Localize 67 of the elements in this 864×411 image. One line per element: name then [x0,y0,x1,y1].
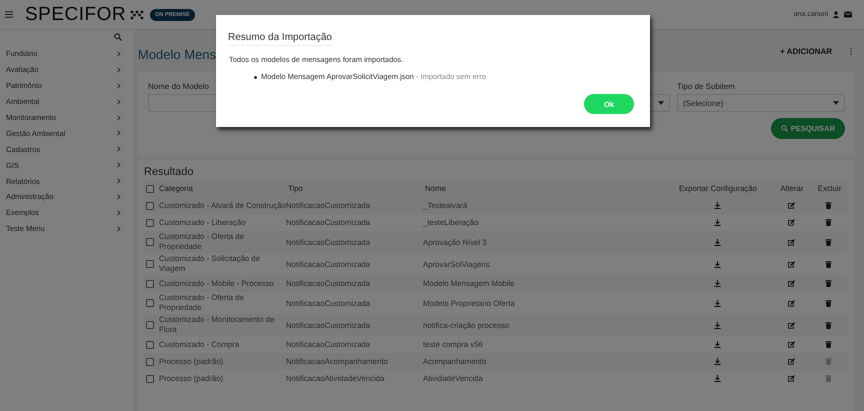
row-checkbox[interactable] [146,202,154,210]
row-checkbox[interactable] [146,218,154,226]
row-checkbox[interactable] [146,340,154,348]
edit-icon[interactable] [788,280,794,288]
chevron-icon[interactable] [117,50,121,57]
chevron-icon[interactable] [117,66,121,73]
edit-icon[interactable] [788,219,794,226]
download-icon[interactable] [714,341,720,348]
chevron-icon[interactable] [117,162,121,168]
row-checkbox[interactable] [146,374,154,382]
dialog-title: Resumo da Importação [228,32,332,46]
user-icon[interactable] [832,11,840,18]
download-icon[interactable] [714,280,720,288]
edit-icon[interactable] [788,260,794,268]
select-field[interactable]: (Selecione) [677,94,845,112]
chevron-icon[interactable] [117,114,121,120]
dots-logo-icon [130,10,144,20]
edit-icon[interactable] [788,300,794,307]
trash-icon[interactable] [825,219,832,226]
envelope-icon[interactable] [844,11,852,18]
chevron-icon[interactable] [117,210,121,216]
row-checkbox[interactable] [146,358,154,366]
edit-icon[interactable] [788,375,794,382]
select-all-checkbox[interactable] [146,184,154,192]
page-title: Modelo Mens [138,46,216,62]
chevron-icon[interactable] [117,82,121,89]
chevron-icon[interactable] [117,130,121,136]
caret-icon[interactable] [833,101,839,105]
chevron-icon[interactable] [117,146,121,152]
edit-icon[interactable] [788,358,794,366]
row-checkbox[interactable] [146,260,154,268]
chevron-icon[interactable] [117,98,121,105]
trash-icon[interactable] [825,280,832,288]
download-icon[interactable] [714,260,720,268]
field-label: Nome do Modelo [148,82,210,91]
row-checkbox[interactable] [146,321,154,329]
edit-icon[interactable] [788,202,794,210]
download-icon[interactable] [714,202,720,210]
row-checkbox[interactable] [146,299,154,307]
bullet-icon [254,76,257,78]
trash-icon[interactable] [825,322,832,329]
logo-text: SPECIFOR [25,4,126,26]
download-icon[interactable] [714,375,720,382]
chevron-icon[interactable] [117,226,121,232]
download-icon[interactable] [714,358,720,366]
caret-icon[interactable] [658,101,664,105]
chevron-icon[interactable] [117,194,121,200]
edit-icon[interactable] [788,341,794,348]
results-title: Resultado [144,166,195,178]
trash-icon[interactable] [825,260,832,268]
row-checkbox[interactable] [146,280,154,288]
chevron-icon[interactable] [117,178,121,184]
download-icon[interactable] [714,238,720,246]
edit-icon[interactable] [788,322,794,329]
add-button[interactable]: + ADICIONAR [780,46,832,56]
trash-icon[interactable] [825,202,832,210]
field-label: Tipo de Subitem [677,82,736,91]
row-checkbox[interactable] [146,238,154,246]
search-icon[interactable] [114,33,122,41]
download-icon[interactable] [714,322,720,329]
trash-icon[interactable] [825,341,832,348]
edit-icon[interactable] [788,238,794,246]
trash-icon[interactable] [825,300,832,307]
download-icon[interactable] [714,219,720,226]
trash-icon[interactable] [825,238,832,246]
menu-icon[interactable] [5,11,13,18]
download-icon[interactable] [714,300,720,307]
